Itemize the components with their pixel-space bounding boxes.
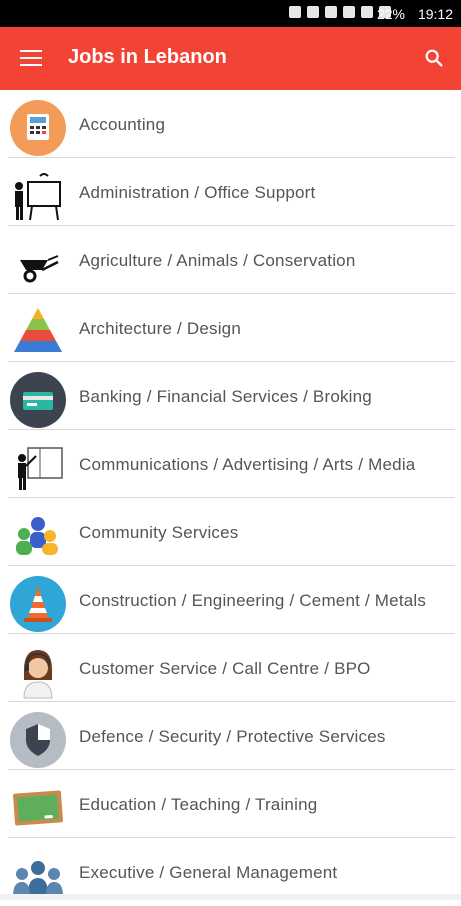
list-item[interactable]: Defence / Security / Protective Services [0,702,461,770]
list-item-label: Education / Teaching / Training [79,794,318,814]
chalkboard-icon [13,790,63,826]
mute-icon [307,6,319,18]
list-item-label: Community Services [79,522,239,542]
card-icon [10,372,66,428]
shield-icon [10,712,66,768]
pyramid-icon [14,308,62,352]
presenter-icon [18,447,63,490]
list-item[interactable]: Agriculture / Animals / Conservation [0,226,461,294]
list-item[interactable]: Communications / Advertising / Arts / Me… [0,430,461,498]
list-item-label: Construction / Engineering / Cement / Me… [79,590,427,610]
menu-icon[interactable] [20,50,42,66]
list-item[interactable]: Accounting [0,90,461,158]
people-group-icon [16,517,58,555]
image-icon [325,6,337,18]
bottom-edge [0,894,461,900]
status-bar: 22% 19:12 [0,0,461,27]
list-item-label: Communications / Advertising / Arts / Me… [79,454,416,474]
calendar-icon [343,6,355,18]
status-icons [289,6,391,18]
list-item[interactable]: Customer Service / Call Centre / BPO [0,634,461,702]
list-item[interactable]: Community Services [0,498,461,566]
app-bar: Jobs in Lebanon [0,27,461,90]
headset-agent-icon [23,650,53,699]
list-item[interactable]: Banking / Financial Services / Broking [0,362,461,430]
list-item[interactable]: Construction / Engineering / Cement / Me… [0,566,461,634]
wheelbarrow-icon [20,255,59,283]
page-title: Jobs in Lebanon [68,46,227,68]
list-item[interactable]: Architecture / Design [0,294,461,362]
search-icon[interactable] [423,47,445,69]
battery-percent: 22% [376,6,405,22]
notification-icon [289,6,301,18]
calculator-icon [10,100,66,156]
traffic-cone-icon [10,576,66,632]
clock: 19:12 [417,6,453,22]
list-item-label: Agriculture / Animals / Conservation [79,250,356,270]
list-item-label: Accounting [79,114,166,134]
list-item[interactable]: Administration / Office Support [0,158,461,226]
list-item-label: Architecture / Design [79,318,241,338]
list-item-label: Customer Service / Call Centre / BPO [79,658,371,678]
list-item-label: Defence / Security / Protective Services [79,726,386,746]
list-item-label: Banking / Financial Services / Broking [79,386,372,406]
list-item-label: Administration / Office Support [79,182,316,202]
presentation-icon [15,173,61,221]
list-item[interactable]: Education / Teaching / Training [0,770,461,838]
data-icon [361,6,373,18]
